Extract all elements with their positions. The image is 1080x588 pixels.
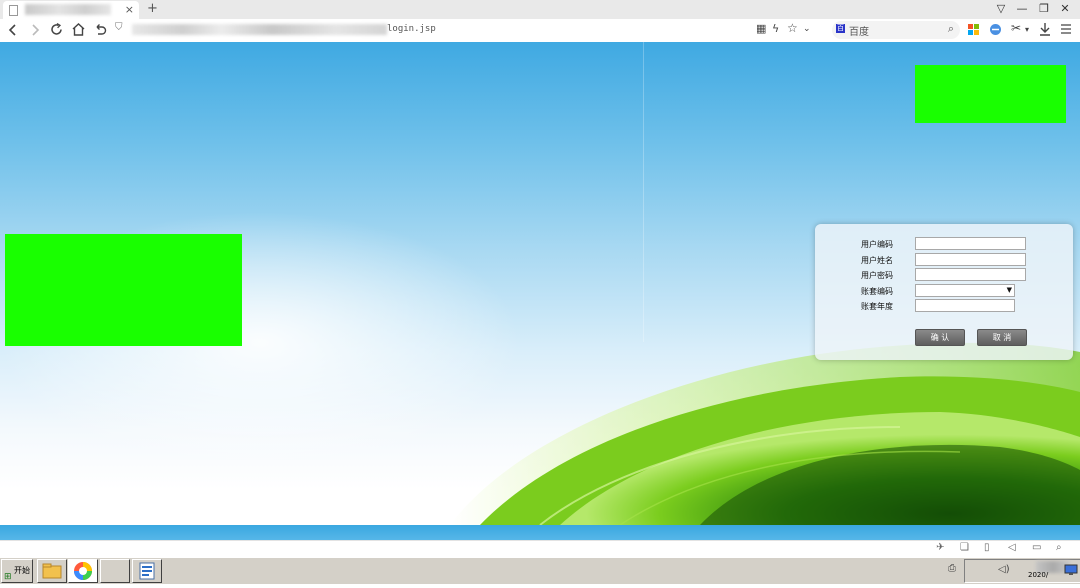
clock-text[interactable]: 2020/ xyxy=(1028,571,1048,579)
redacted-logo-block xyxy=(915,65,1066,123)
monitor-icon[interactable] xyxy=(1064,564,1078,576)
dropdown-icon[interactable]: ⌄ xyxy=(803,24,811,34)
home-icon[interactable] xyxy=(71,22,86,37)
user-code-input[interactable] xyxy=(915,237,1026,250)
search-box[interactable]: 百 百度 ⌕ xyxy=(832,21,960,39)
tab-title-redacted xyxy=(25,4,111,15)
windows-flag-icon: ⊞ xyxy=(4,572,12,582)
account-code-label: 账套编码 xyxy=(861,287,893,296)
scissors-dropdown-icon[interactable]: ▾ xyxy=(1025,25,1029,34)
folder-icon xyxy=(42,563,62,579)
search-icon[interactable]: ⌕ xyxy=(948,22,954,36)
trash-icon[interactable]: ▯ xyxy=(984,542,990,553)
browser-status-bar xyxy=(0,540,1080,558)
select-arrow-icon: ▼ xyxy=(1006,286,1012,294)
speaker-icon[interactable]: ◁) xyxy=(998,564,1010,575)
restore-button[interactable]: ❐ xyxy=(1037,2,1051,15)
password-label: 用户密码 xyxy=(861,271,893,280)
password-input[interactable] xyxy=(915,268,1026,281)
volume-icon[interactable]: ◁ xyxy=(1008,542,1016,553)
taskbar xyxy=(0,557,1080,584)
user-code-label: 用户编码 xyxy=(861,240,893,249)
user-name-label: 用户姓名 xyxy=(861,256,893,265)
taskbar-explorer-button[interactable] xyxy=(37,559,67,583)
security-shield-icon: ⛉ xyxy=(115,22,123,33)
confirm-button[interactable]: 确 认 xyxy=(915,329,965,346)
start-button[interactable]: ⊞ 开始 xyxy=(1,559,33,583)
user-name-input[interactable] xyxy=(915,253,1026,266)
address-text: login.jsp xyxy=(387,24,436,34)
minimize-button[interactable]: — xyxy=(1015,2,1029,15)
lightning-icon[interactable]: ϟ xyxy=(772,22,779,35)
document-app-icon xyxy=(139,562,155,580)
address-bar[interactable]: ⛉ login.jsp xyxy=(112,21,752,39)
undo-icon[interactable] xyxy=(93,22,108,37)
scissors-icon[interactable]: ✂ xyxy=(1011,21,1021,35)
rocket-icon[interactable]: ✈ xyxy=(936,542,944,553)
close-window-button[interactable]: ✕ xyxy=(1058,2,1072,15)
tab-close-icon[interactable]: × xyxy=(125,3,134,16)
star-icon[interactable]: ☆ xyxy=(787,21,798,35)
window-icon[interactable]: ▭ xyxy=(1032,542,1041,553)
page-favicon-icon xyxy=(9,5,18,16)
start-label: 开始 xyxy=(14,566,30,575)
address-redacted xyxy=(132,24,387,35)
skin-icon[interactable]: ▽ xyxy=(994,2,1008,15)
extension-icon[interactable] xyxy=(989,23,1002,36)
redacted-title-block xyxy=(5,234,242,346)
taskbar-blank-button[interactable] xyxy=(100,559,130,583)
account-year-input[interactable] xyxy=(915,299,1015,312)
back-icon[interactable] xyxy=(6,23,20,37)
screenshot-icon[interactable]: ❏ xyxy=(960,542,969,553)
browser-tab-bar xyxy=(0,0,1080,19)
search-input[interactable]: 百度 xyxy=(849,23,869,38)
browser-app-icon xyxy=(74,562,92,580)
taskbar-browser-button[interactable] xyxy=(68,559,98,583)
microsoft-icon[interactable] xyxy=(968,24,979,35)
new-tab-button[interactable]: + xyxy=(147,1,158,16)
cancel-button[interactable]: 取 消 xyxy=(977,329,1027,346)
download-icon[interactable] xyxy=(1038,22,1052,36)
network-icon[interactable]: ⎙ xyxy=(948,563,956,574)
forward-icon[interactable] xyxy=(28,23,42,37)
zoom-icon[interactable]: ⌕ xyxy=(1056,542,1062,553)
refresh-icon[interactable] xyxy=(49,22,64,37)
menu-icon[interactable] xyxy=(1060,23,1072,35)
account-year-label: 账套年度 xyxy=(861,302,893,311)
account-code-select[interactable]: ▼ xyxy=(915,284,1015,297)
page-bottom-band xyxy=(0,525,1080,540)
qr-icon[interactable]: ▦ xyxy=(756,22,766,35)
baidu-icon: 百 xyxy=(836,24,845,33)
taskbar-app-button[interactable] xyxy=(132,559,162,583)
browser-tab[interactable]: × xyxy=(3,1,139,19)
